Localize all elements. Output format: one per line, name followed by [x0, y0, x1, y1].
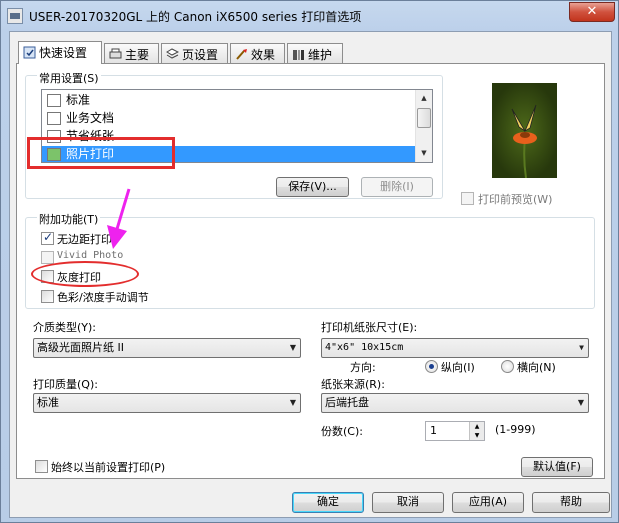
ok-button[interactable]: 确定: [292, 492, 364, 513]
list-item-standard[interactable]: 标准: [42, 92, 424, 110]
printer-paper-size-label: 打印机纸张尺寸(E):: [321, 321, 418, 334]
maintenance-icon: [292, 48, 305, 61]
tab-label: 页设置: [182, 48, 219, 62]
always-print-checkbox[interactable]: [35, 460, 48, 473]
tab-label: 主要: [125, 48, 150, 62]
tab-quick-setup[interactable]: 快速设置: [18, 41, 102, 64]
list-item-label: 业务文档: [66, 111, 115, 125]
tab-main[interactable]: 主要: [104, 43, 159, 63]
print-quality-value: 标准: [37, 396, 59, 409]
scroll-up-icon[interactable]: ▲: [416, 90, 432, 107]
delete-button[interactable]: 删除(I): [361, 177, 433, 197]
paper-source-label: 纸张来源(R):: [321, 378, 385, 391]
landscape-radio[interactable]: [501, 360, 514, 373]
vivid-photo-checkbox[interactable]: [41, 251, 54, 264]
defaults-button[interactable]: 默认值(F): [521, 457, 593, 477]
preview-image: [492, 83, 557, 179]
spin-down-icon[interactable]: ▼: [469, 431, 484, 440]
document-icon: [47, 94, 61, 107]
orientation-label: 方向:: [350, 361, 376, 374]
highlight-ellipse: [31, 261, 139, 287]
landscape-label: 横向(N): [517, 361, 556, 374]
tab-label: 效果: [251, 48, 276, 62]
document-icon: [47, 112, 61, 125]
print-quality-dropdown[interactable]: 标准 ▼: [33, 393, 301, 413]
printer-paper-size-dropdown[interactable]: 4"x6" 10x15cm ▼: [321, 338, 589, 358]
preview-before-print-checkbox[interactable]: [461, 192, 474, 205]
dropdown-arrow-icon: ▼: [289, 398, 296, 407]
borderless-printing-checkbox[interactable]: [41, 230, 54, 245]
print-quality-label: 打印质量(Q):: [33, 378, 98, 391]
apply-button[interactable]: 应用(A): [452, 492, 524, 513]
dropdown-arrow-icon: ▼: [289, 343, 296, 352]
dropdown-arrow-icon: ▼: [579, 343, 584, 352]
page-setup-icon: [166, 48, 180, 61]
annotation-arrow-icon: [107, 188, 131, 249]
copies-label: 份数(C):: [321, 425, 363, 438]
spin-up-icon[interactable]: ▲: [469, 422, 484, 431]
main-icon: [109, 48, 122, 61]
copies-spinner[interactable]: 1 ▲ ▼: [425, 421, 485, 441]
tab-maintenance[interactable]: 维护: [287, 43, 343, 63]
media-type-dropdown[interactable]: 高级光面照片纸 II ▼: [33, 338, 301, 358]
dropdown-arrow-icon: ▼: [577, 398, 584, 407]
paper-source-dropdown[interactable]: 后端托盘 ▼: [321, 393, 589, 413]
save-button[interactable]: 保存(V)...: [276, 177, 349, 197]
copies-range: (1-999): [495, 423, 536, 436]
list-scrollbar[interactable]: ▲ ▼: [415, 90, 432, 162]
printer-paper-size-value: 4"x6" 10x15cm: [325, 342, 404, 353]
window-title: USER-20170320GL 上的 Canon iX6500 series 打…: [29, 10, 362, 24]
always-print-label: 始终以当前设置打印(P): [51, 461, 166, 474]
portrait-radio[interactable]: [425, 360, 438, 373]
additional-features-label: 附加功能(T): [37, 211, 101, 227]
close-button[interactable]: ✕: [569, 2, 615, 22]
copies-value: 1: [430, 424, 437, 437]
tab-label: 快速设置: [39, 46, 88, 60]
media-type-value: 高级光面照片纸 II: [37, 341, 124, 354]
media-type-label: 介质类型(Y):: [33, 321, 97, 334]
common-settings-label: 常用设置(S): [37, 70, 101, 86]
tab-page-setup[interactable]: 页设置: [161, 43, 228, 63]
list-item-label: 标准: [66, 93, 91, 107]
title-bar: USER-20170320GL 上的 Canon iX6500 series 打…: [1, 1, 618, 31]
highlight-rectangle: [27, 137, 175, 169]
list-item-business-document[interactable]: 业务文档: [42, 110, 424, 128]
manual-color-adjust-checkbox[interactable]: [41, 290, 54, 303]
quick-setup-icon: [23, 46, 36, 59]
printer-app-icon: [7, 8, 23, 24]
scroll-thumb[interactable]: [417, 108, 431, 128]
help-button[interactable]: 帮助: [532, 492, 610, 513]
preview-before-print-label: 打印前预览(W): [478, 193, 553, 206]
cancel-button[interactable]: 取消: [372, 492, 444, 513]
printing-preferences-window: USER-20170320GL 上的 Canon iX6500 series 打…: [0, 0, 619, 523]
scroll-down-icon[interactable]: ▼: [416, 145, 432, 162]
tab-effects[interactable]: 效果: [230, 43, 285, 63]
effects-icon: [235, 48, 248, 61]
manual-color-adjust-label: 色彩/浓度手动调节: [57, 291, 149, 304]
paper-source-value: 后端托盘: [325, 396, 369, 409]
butterfly-flower-icon: [511, 104, 537, 179]
portrait-label: 纵向(I): [441, 361, 475, 374]
tab-label: 维护: [308, 48, 333, 62]
